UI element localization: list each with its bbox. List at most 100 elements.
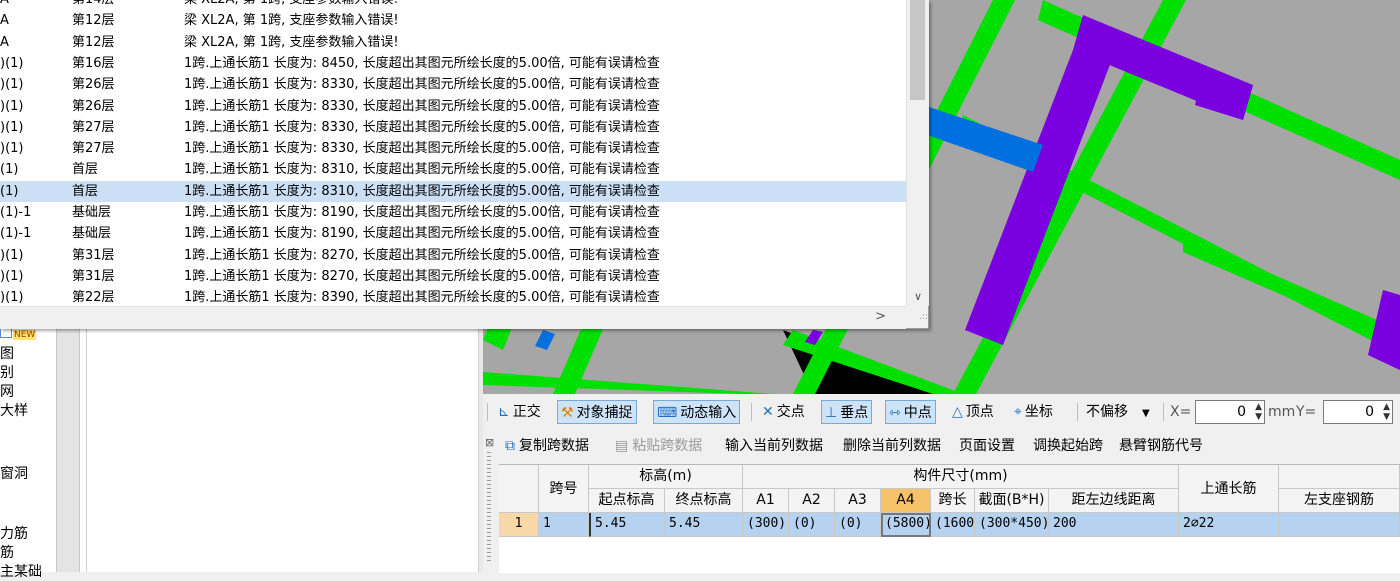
tree-item[interactable]: 力筋 <box>0 526 28 543</box>
coordinate-button[interactable]: ⌖ 坐标 <box>1011 400 1056 424</box>
error-list-row[interactable]: (1)-1 基础层 1跨.上通长筋1 长度为: 8190, 长度超出其图元所绘长度的… <box>0 223 906 244</box>
a2-cell[interactable]: (0) <box>789 513 835 537</box>
grip-handle[interactable]: ⊠ <box>483 436 497 572</box>
error-list-row[interactable]: )(1) 第26层 1跨.上通长筋1 长度为: 8330, 长度超出其图元所绘长度的… <box>0 96 906 117</box>
row-message: 1跨.上通长筋1 长度为: 8390, 长度超出其图元所绘长度的5.00倍, 可… <box>184 290 660 306</box>
elevation-header: 标高(m) <box>589 465 743 489</box>
row-component-id: A <box>0 0 9 10</box>
row-floor: 第31层 <box>72 247 115 263</box>
perpendicular-button[interactable]: ⊥ 垂点 <box>821 400 873 424</box>
row-message: 梁 XL2A, 第 1跨, 支座参数输入错误! <box>184 34 399 50</box>
error-list-row[interactable]: )(1) 第27层 1跨.上通长筋1 长度为: 8330, 长度超出其图元所绘长度的… <box>0 117 906 138</box>
error-list-row[interactable]: A 第12层 梁 XL2A, 第 1跨, 支座参数输入错误! <box>0 10 906 31</box>
y-coordinate-input[interactable]: 0 ▲ ▼ <box>1323 400 1393 424</box>
error-list-row[interactable]: (1) 首层 1跨.上通长筋1 长度为: 8310, 长度超出其图元所绘长度的5.0… <box>0 159 906 180</box>
spin-icon[interactable]: ▲ ▼ <box>1383 402 1390 422</box>
error-list-row[interactable]: )(1) 第26层 1跨.上通长筋1 长度为: 8330, 长度超出其图元所绘长度的… <box>0 74 906 95</box>
span-no-cell[interactable]: 1 <box>539 513 589 537</box>
row-message: 1跨.上通长筋1 长度为: 8330, 长度超出其图元所绘长度的5.00倍, 可… <box>184 77 660 93</box>
start-elev-cell[interactable]: 5.45 <box>589 513 665 537</box>
copy-span-button[interactable]: ⧉ 复制跨数据 <box>505 434 589 458</box>
top-rebar-cell[interactable]: 2⌀22 <box>1179 513 1279 537</box>
tree-item[interactable]: 窗洞 <box>0 466 28 483</box>
cantilever-code-button[interactable]: 悬臂钢筋代号 <box>1119 434 1203 458</box>
row-component-id: )(1) <box>0 268 24 284</box>
row-message: 梁 XL2A, 第 1跨, 支座参数输入错误! <box>184 0 399 10</box>
left-support-cell[interactable] <box>1279 513 1400 537</box>
tree-item[interactable]: 主某础 <box>0 564 42 581</box>
a1-cell[interactable]: (300) <box>743 513 789 537</box>
offset-mode-dropdown[interactable]: 不偏移 ▼ <box>1083 400 1153 424</box>
dynamic-input-button[interactable]: ⌨ 动态输入 <box>653 400 741 424</box>
row-floor: 第27层 <box>72 141 115 157</box>
error-list-row[interactable]: )(1) 第31层 1跨.上通长筋1 长度为: 8270, 长度超出其图元所绘长度的… <box>0 266 906 287</box>
midpoint-button[interactable]: ⇿ 中点 <box>885 400 936 424</box>
corner-header <box>499 465 539 513</box>
error-list-row[interactable]: )(1) 第27层 1跨.上通长筋1 长度为: 8330, 长度超出其图元所绘长度的… <box>0 138 906 159</box>
error-list-row[interactable]: )(1) 第22层 1跨.上通长筋1 长度为: 8390, 长度超出其图元所绘长度的… <box>0 287 906 306</box>
tree-scrollbar[interactable] <box>56 300 80 572</box>
x-coordinate-input[interactable]: 0 ▲ ▼ <box>1195 400 1265 424</box>
member-size-header: 构件尺寸(mm) <box>743 465 1179 489</box>
row-message: 1跨.上通长筋1 长度为: 8450, 长度超出其图元所绘长度的5.00倍, 可… <box>184 55 660 71</box>
resize-grip-icon[interactable]: .:: <box>906 306 928 328</box>
scroll-thumb[interactable] <box>910 0 925 100</box>
spin-icon[interactable]: ▲ ▼ <box>1255 402 1262 422</box>
tree-item[interactable]: 大样 <box>0 403 28 420</box>
vertex-button[interactable]: △ 顶点 <box>949 400 997 424</box>
error-list-row[interactable]: A 第14层 梁 XL2A, 第 1跨, 支座参数输入错误! <box>0 0 906 10</box>
top-rebar-header: 上通长筋 <box>1179 465 1279 513</box>
row-component-id: (1) <box>0 162 19 178</box>
paste-span-button[interactable]: ▤ 粘贴跨数据 <box>615 434 702 458</box>
row-component-id: )(1) <box>0 98 24 114</box>
input-column-button[interactable]: 输入当前列数据 <box>725 434 823 458</box>
page-setup-button[interactable]: 页面设置 <box>959 434 1015 458</box>
span-length-cell[interactable]: (1600) <box>931 513 975 537</box>
end-elev-cell[interactable]: 5.45 <box>665 513 743 537</box>
row-component-id: )(1) <box>0 247 24 263</box>
error-list-row[interactable]: (1) 首层 1跨.上通长筋1 长度为: 8310, 长度超出其图元所绘长度的5.0… <box>0 180 906 202</box>
scroll-down-icon[interactable]: ∨ <box>907 288 929 306</box>
start-elev-header: 起点标高 <box>589 489 665 513</box>
a4-cell[interactable]: (5800) <box>881 513 931 537</box>
row-component-id: )(1) <box>0 119 24 135</box>
intersection-button[interactable]: ✕ 交点 <box>759 400 808 424</box>
snap-toolbar: ⊾ 正交 ⚒ 对象捕捉 ⌨ 动态输入 ✕ 交点 ⊥ 垂点 ⇿ 中点 △ 顶点 ⌖ 坐标 不偏移 ▼… <box>483 394 1400 430</box>
coordinate-label: 坐标 <box>1024 404 1053 420</box>
error-list-row[interactable]: A 第12层 梁 XL2A, 第 1跨, 支座参数输入错误! <box>0 32 906 53</box>
error-list-row[interactable]: )(1) 第16层 1跨.上通长筋1 长度为: 8450, 长度超出其图元所绘长度的… <box>0 53 906 74</box>
left-edge-cell[interactable]: 200 <box>1049 513 1179 537</box>
swap-start-button[interactable]: 调换起始跨 <box>1033 434 1103 458</box>
tree-item[interactable]: 图 <box>0 346 14 363</box>
coordinate-icon: ⌖ <box>1014 404 1022 420</box>
row-message: 1跨.上通长筋1 长度为: 8270, 长度超出其图元所绘长度的5.00倍, 可… <box>184 247 660 263</box>
error-list-row[interactable]: )(1) 第31层 1跨.上通长筋1 长度为: 8270, 长度超出其图元所绘长度的… <box>0 245 906 266</box>
a3-header: A3 <box>835 489 881 513</box>
section-cell[interactable]: (300*450) <box>975 513 1049 537</box>
beam-span-editor: ⊾ 正交 ⚒ 对象捕捉 ⌨ 动态输入 ✕ 交点 ⊥ 垂点 ⇿ 中点 △ 顶点 ⌖ 坐标 不偏移 ▼… <box>483 394 1400 573</box>
row-floor: 基础层 <box>72 226 112 242</box>
span-data-table: 跨号 标高(m) 构件尺寸(mm) 上通长筋 起点标高 终点标高 A1 A2 A… <box>499 464 1400 573</box>
a3-cell[interactable]: (0) <box>835 513 881 537</box>
vertical-scrollbar[interactable]: ∨ <box>906 0 929 306</box>
delete-column-button[interactable]: 删除当前列数据 <box>843 434 941 458</box>
row-index[interactable]: 1 <box>499 513 539 537</box>
row-message: 1跨.上通长筋1 长度为: 8270, 长度超出其图元所绘长度的5.00倍, 可… <box>184 268 660 284</box>
scroll-right-icon[interactable]: > <box>875 309 886 324</box>
tree-item[interactable]: 网 <box>0 384 14 401</box>
tree-item[interactable]: 别 <box>0 365 14 382</box>
dynamic-input-icon: ⌨ <box>657 405 678 421</box>
object-snap-button[interactable]: ⚒ 对象捕捉 <box>557 400 637 424</box>
ortho-button[interactable]: ⊾ 正交 <box>495 400 544 424</box>
error-list-row[interactable]: (1)-1 基础层 1跨.上通长筋1 长度为: 8190, 长度超出其图元所绘长度的… <box>0 202 906 223</box>
row-message: 1跨.上通长筋1 长度为: 8330, 长度超出其图元所绘长度的5.00倍, 可… <box>184 98 660 114</box>
component-tree-panel: NEW 图 别 网 大样 窗洞 力筋 筋 主某础 <box>0 300 483 580</box>
row-message: 1跨.上通长筋1 长度为: 8190, 长度超出其图元所绘长度的5.00倍, 可… <box>184 226 660 242</box>
row-floor: 第12层 <box>72 34 115 50</box>
error-list: A第14层梁 XL2A, 第 1跨, 支座参数输入错误!A第12层梁 XL2A,… <box>0 0 906 306</box>
tree-item[interactable]: 筋 <box>0 545 14 562</box>
section-header: 截面(B*H) <box>975 489 1049 513</box>
horizontal-scrollbar[interactable]: > <box>0 306 906 329</box>
row-floor: 第26层 <box>72 77 115 93</box>
grip-dots <box>487 452 491 562</box>
